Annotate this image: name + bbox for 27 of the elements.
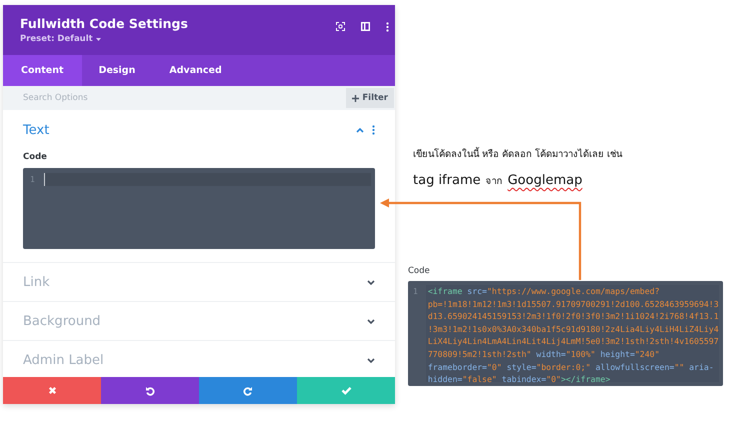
- chevron-down-icon[interactable]: [367, 280, 375, 284]
- sidebar-icon[interactable]: [361, 22, 370, 31]
- annotation-text: เขียนโค้ดลงในนี้ หรือ คัดลอก โค้ดมาวางได้เลย เช่น: [413, 146, 624, 161]
- caret-icon: [96, 38, 101, 40]
- section-title[interactable]: Text: [23, 122, 50, 138]
- code-text: <iframe src="https://www.google.com/maps/embed?pb=!1m18!1m12!1m3!1d15507.91709700291!2d100.6528463959694!3d13.659024145159153!2m3!1f0!2f0!3f0!3m2!1i1024!2i768!4f13.1!3m3!1m2!1s0x0%3A0x340ba1f5c91d9180!2z4Lia4Liy4LiH4LiZ4Liy4LiX4Liy4Lin4LmA4Lin4Lit4Lij4LmM!5e0!3m2!1sth!2sth!4v1605597770809!5m2!1sth!2sth" width="100%" height="240" frameborder="0" style="border:0;" allowfullscreen="" aria-hidden="false" tabindex="0"></iframe>: [426, 285, 719, 382]
- tab[interactable]: Design: [82, 55, 152, 86]
- more-icon[interactable]: [386, 22, 389, 32]
- panel-title: Fullwidth Code Settings: [20, 16, 188, 31]
- plus-icon: [352, 94, 360, 102]
- redo-icon: [243, 386, 253, 396]
- more-icon[interactable]: [372, 125, 375, 135]
- chevron-up-icon[interactable]: [356, 128, 364, 132]
- undo-icon: [145, 386, 155, 396]
- filter-button[interactable]: Filter: [346, 86, 395, 110]
- annotation-text: tag iframe จาก Googlemap: [413, 173, 584, 188]
- example-label: Code: [408, 266, 431, 276]
- search-field[interactable]: Search Options: [3, 86, 346, 110]
- check-icon: [340, 386, 352, 395]
- chevron-down-icon[interactable]: [367, 358, 375, 362]
- preset-dropdown[interactable]: Preset: Default: [20, 34, 188, 44]
- fullscreen-icon[interactable]: [336, 22, 345, 31]
- close-icon: [48, 386, 56, 395]
- tab[interactable]: Content: [3, 55, 82, 86]
- chevron-down-icon[interactable]: [367, 318, 375, 324]
- tab[interactable]: Advanced: [152, 55, 239, 86]
- field-label: Code: [23, 152, 48, 162]
